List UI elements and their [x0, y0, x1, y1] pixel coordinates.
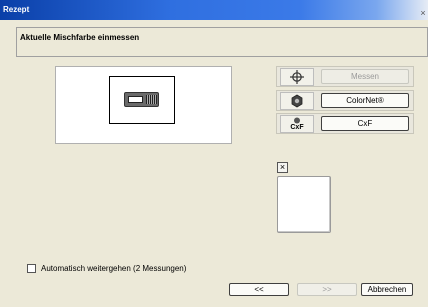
auto-continue-option[interactable]: Automatisch weitergehen (2 Messungen)	[27, 262, 186, 274]
instruction-text: Aktuelle Mischfarbe einmessen	[20, 33, 140, 42]
messen-row: Messen	[276, 66, 414, 87]
swatch-close-icon[interactable]: ×	[277, 162, 288, 173]
cancel-button[interactable]: Abbrechen	[361, 283, 413, 296]
colornet-button[interactable]: ColorNet®	[321, 93, 409, 108]
device-preview	[55, 66, 232, 144]
title-bar[interactable]: Rezept ×	[0, 0, 428, 20]
dialog-window: Rezept × Aktuelle Mischfarbe einmessen M…	[0, 0, 428, 307]
color-swatch	[277, 176, 331, 233]
auto-continue-checkbox[interactable]	[27, 263, 36, 273]
spectrophotometer-icon	[124, 92, 159, 107]
cxf-button[interactable]: CxF	[321, 116, 409, 131]
instruction-panel: Aktuelle Mischfarbe einmessen	[16, 27, 428, 57]
device-frame	[109, 76, 175, 124]
device-grip	[146, 95, 157, 104]
window-title: Rezept	[3, 5, 30, 14]
colornet-icon	[280, 92, 314, 110]
cxf-row: CxF CxF	[276, 113, 414, 134]
messen-button[interactable]: Messen	[321, 69, 409, 84]
device-window	[128, 96, 143, 103]
back-button[interactable]: <<	[229, 283, 289, 296]
colornet-row: ColorNet®	[276, 90, 414, 111]
auto-continue-label: Automatisch weitergehen (2 Messungen)	[41, 263, 187, 273]
next-button[interactable]: >>	[297, 283, 357, 296]
close-icon[interactable]: ×	[418, 8, 428, 18]
cxf-icon-text: CxF	[290, 124, 304, 131]
cxf-icon: CxF	[280, 115, 314, 133]
crosshair-icon	[280, 68, 314, 86]
